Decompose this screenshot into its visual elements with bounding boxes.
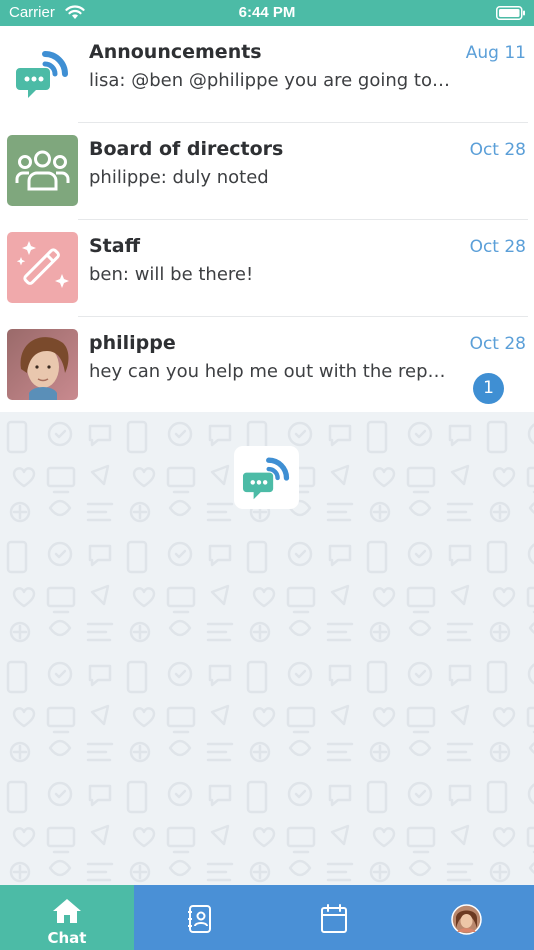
home-icon [53,899,81,923]
unread-badge: 1 [473,373,504,404]
chat-name: Board of directors [89,138,284,160]
chat-date: Oct 28 [469,237,526,257]
chat-name: Staff [89,235,140,257]
status-bar: Carrier 6:44 PM [0,0,534,26]
clock: 6:44 PM [238,4,296,21]
chat-preview: ben: will be there! [89,264,254,285]
chat-row-board-of-directors[interactable]: Board of directors philippe: duly noted … [0,123,534,220]
chat-date: Aug 11 [465,43,526,63]
chat-name: philippe [89,332,176,354]
chat-preview: lisa: @ben @philippe you are going to li… [89,70,451,91]
profile-avatar [451,904,482,935]
user-photo [7,329,78,400]
chat-row-philippe[interactable]: philippe hey can you help me out with th… [0,317,534,414]
app-logo-icon [7,38,78,109]
tab-profile[interactable] [400,885,534,950]
battery-icon [496,6,525,20]
chat-name: Announcements [89,41,262,63]
tab-chat[interactable]: Chat [0,885,134,950]
tab-bar: Chat [0,885,534,950]
tab-calendar[interactable] [267,885,400,950]
chat-date: Oct 28 [469,334,526,354]
tab-contacts[interactable] [134,885,267,950]
chat-list: Announcements lisa: @ben @philippe you a… [0,26,534,414]
chat-row-announcements[interactable]: Announcements lisa: @ben @philippe you a… [0,26,534,123]
app-logo-icon [234,446,299,509]
calendar-icon [321,904,347,933]
chat-preview: philippe: duly noted [89,167,269,188]
tab-label: Chat [47,929,87,947]
contacts-icon [188,905,211,933]
group-icon [7,135,78,206]
magic-wand-icon [7,232,78,303]
chat-preview: hey can you help me out with the report? [89,361,451,382]
chat-row-staff[interactable]: Staff ben: will be there! Oct 28 [0,220,534,317]
chat-date: Oct 28 [469,140,526,160]
